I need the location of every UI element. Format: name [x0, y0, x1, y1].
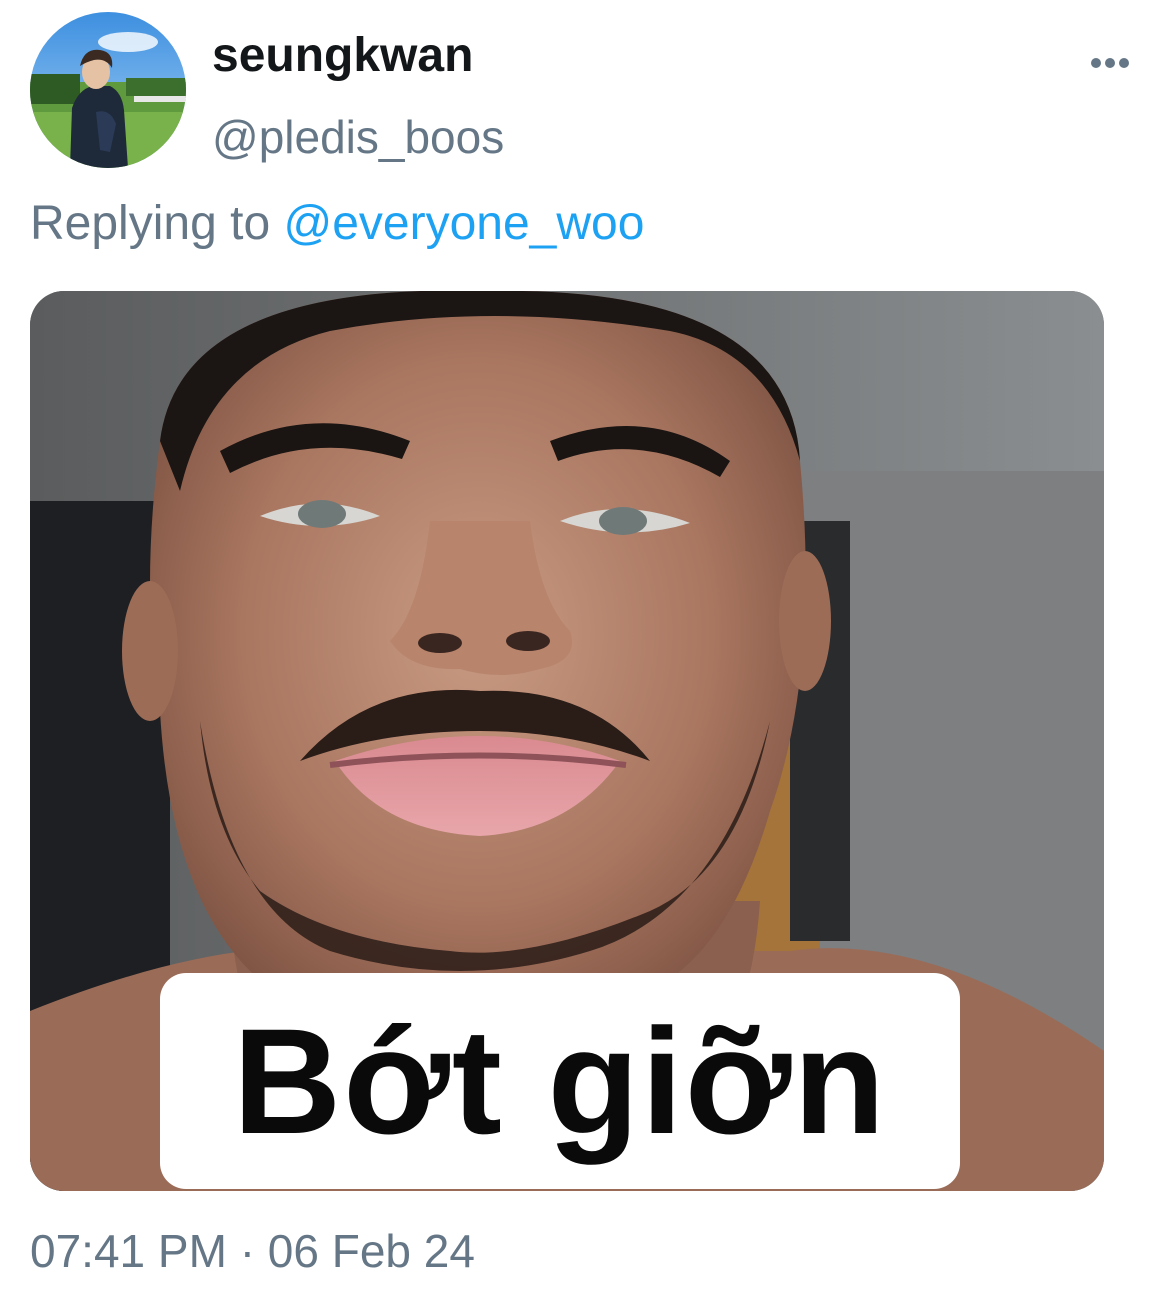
reply-mention-link[interactable]: @everyone_woo: [283, 197, 644, 250]
meme-caption-box: Bớt giỡn: [160, 973, 960, 1189]
user-handle[interactable]: @pledis_boos: [212, 110, 504, 164]
display-name[interactable]: seungkwan: [212, 28, 473, 84]
reply-prefix: Replying to: [30, 197, 271, 250]
tweet-timestamp[interactable]: 07:41 PM · 06 Feb 24: [30, 1224, 475, 1278]
more-horizontal-icon: [1091, 58, 1129, 68]
tweet-date: 06 Feb 24: [267, 1225, 475, 1277]
more-options-button[interactable]: [1082, 48, 1138, 78]
avatar[interactable]: [30, 12, 186, 168]
avatar-photo: [30, 12, 186, 168]
tweet-media-image[interactable]: Bớt giỡn: [30, 291, 1104, 1191]
tweet-time: 07:41 PM: [30, 1225, 227, 1277]
reply-context: Replying to @everyone_woo: [30, 196, 644, 252]
meme-caption-text: Bớt giỡn: [232, 997, 888, 1165]
timestamp-separator: ·: [239, 1225, 256, 1277]
